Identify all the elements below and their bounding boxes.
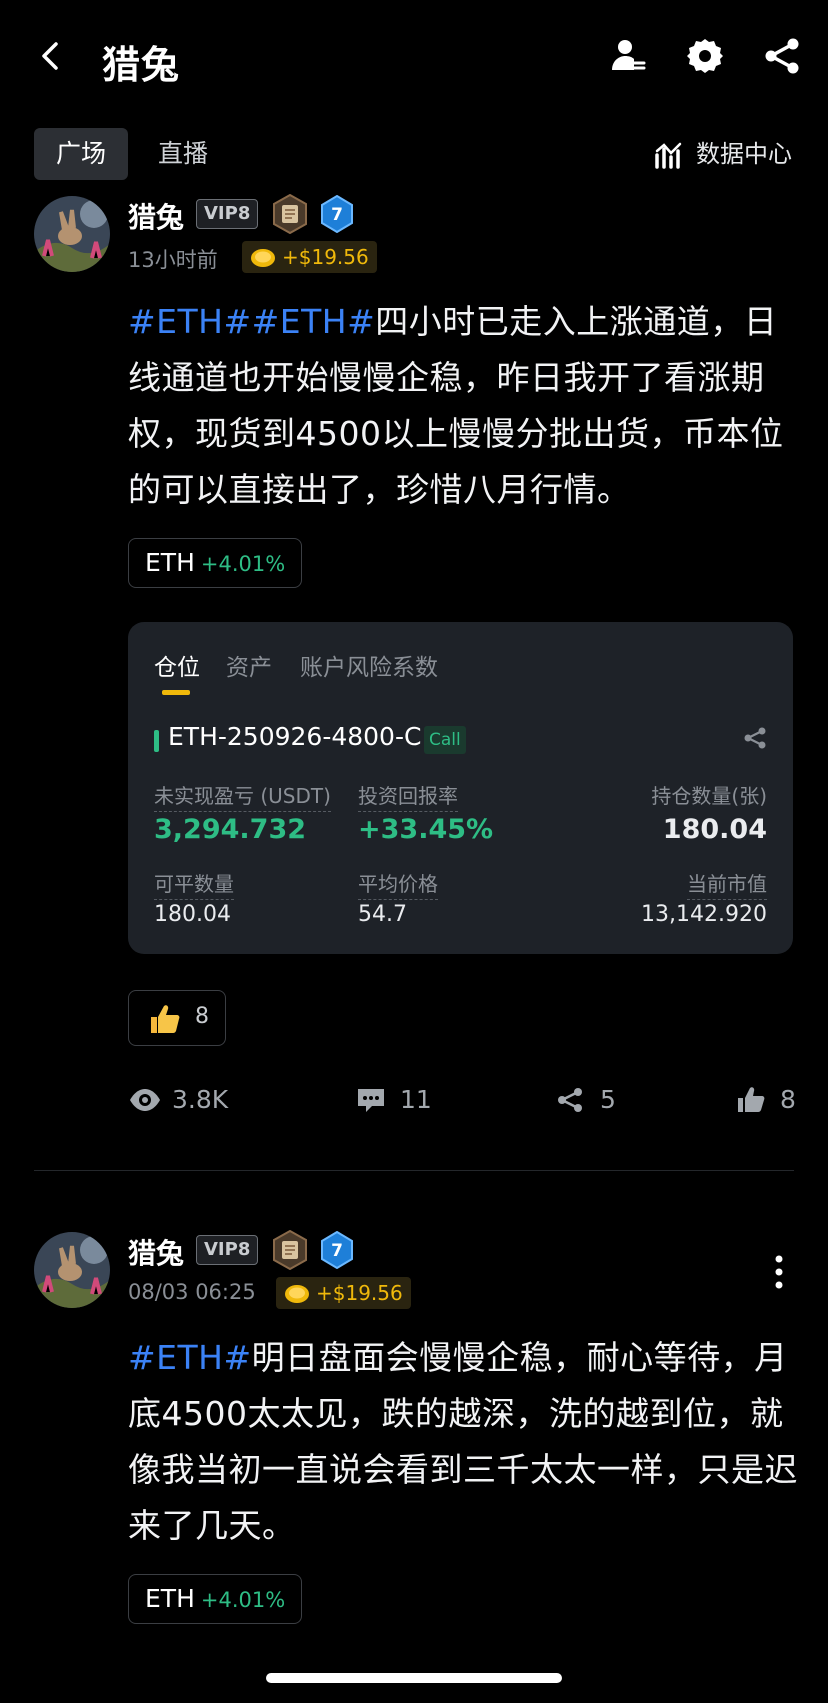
avg-price-label: 平均价格 (358, 868, 438, 900)
roi-value: +33.45% (358, 814, 494, 845)
ticker-change: +4.01% (200, 552, 286, 576)
vip-badge: VIP8 (196, 199, 259, 229)
tab-live[interactable]: 直播 (158, 128, 208, 180)
share-button[interactable]: 5 (556, 1080, 616, 1120)
comments-count: 11 (400, 1085, 432, 1114)
tip-badge: +$19.56 (242, 241, 377, 273)
likes-count: 8 (780, 1085, 796, 1114)
hashtag[interactable]: #ETH# (128, 1338, 252, 1377)
card-tab-risk[interactable]: 账户风险系数 (300, 648, 438, 682)
ticker-change: +4.01% (200, 1588, 286, 1612)
ticker-chip[interactable]: ETH +4.01% (128, 538, 303, 588)
tip-badge: +$19.56 (276, 1277, 411, 1309)
ticker-symbol: ETH (145, 548, 195, 577)
tab-square[interactable]: 广场 (34, 128, 128, 180)
post-time: 08/03 06:25 (128, 1280, 256, 1304)
option-type-badge: Call (424, 726, 466, 754)
like-button[interactable]: 8 (736, 1080, 796, 1120)
comment-icon (358, 1089, 384, 1112)
qty-value: 180.04 (662, 814, 767, 845)
home-indicator[interactable] (266, 1673, 562, 1683)
data-center-label: 数据中心 (696, 140, 792, 168)
username[interactable]: 猎兔 (128, 1232, 184, 1272)
market-value-label: 当前市值 (687, 868, 767, 900)
hashtag[interactable]: #ETH# (128, 302, 252, 341)
pnl-value: 3,294.732 (154, 814, 307, 845)
card-share-icon[interactable] (743, 726, 767, 754)
username[interactable]: 猎兔 (128, 196, 184, 236)
post-divider (34, 1170, 794, 1171)
post-text: #ETH#明日盘面会慢慢企稳，耐心等待，月底4500太太见，跌的越深，洗的越到位… (128, 1330, 798, 1554)
chart-icon (655, 142, 682, 169)
thumbs-up-icon (738, 1087, 765, 1112)
active-tab-indicator (162, 690, 190, 695)
user-manage-icon[interactable] (608, 36, 648, 76)
scroll-badge-icon (272, 1229, 308, 1271)
avatar[interactable] (34, 1232, 110, 1308)
market-value: 13,142.920 (641, 902, 767, 927)
back-icon[interactable] (34, 36, 68, 76)
roi-label: 投资回报率 (358, 780, 458, 812)
svg-text:7: 7 (331, 205, 343, 225)
position-indicator (154, 730, 159, 752)
hashtag[interactable]: #ETH# (252, 302, 376, 341)
scroll-badge-icon (272, 193, 308, 235)
share-icon[interactable] (762, 36, 802, 76)
level-badge: 7 (320, 1230, 354, 1270)
position-card[interactable]: 仓位 资产 账户风险系数 ETH-250926-4800-C Call 未实现盈… (128, 622, 793, 954)
svg-text:7: 7 (331, 1241, 343, 1261)
ticker-chip[interactable]: ETH +4.01% (128, 1574, 303, 1624)
thumbs-up-emoji-icon (147, 1003, 181, 1039)
share-small-icon (558, 1088, 582, 1112)
level-badge: 7 (320, 194, 354, 234)
comments-button[interactable]: 11 (356, 1080, 432, 1120)
card-tab-position[interactable]: 仓位 (154, 648, 200, 682)
more-options-icon[interactable] (774, 1254, 784, 1290)
top-bar: 猎兔 (0, 0, 828, 118)
post-text: #ETH##ETH#四小时已走入上涨通道，日线通道也开始慢慢企稳，昨日我开了看涨… (128, 294, 798, 518)
tip-amount: +$19.56 (316, 1281, 403, 1305)
coin-icon (250, 246, 276, 278)
views-stat: 3.8K (128, 1080, 228, 1120)
eye-icon (130, 1089, 160, 1111)
instrument-name: ETH-250926-4800-C (168, 722, 422, 751)
avg-price-value: 54.7 (358, 902, 407, 927)
page-title: 猎兔 (102, 43, 181, 87)
tip-amount: +$19.56 (282, 245, 369, 269)
tab-bar: 广场 直播 数据中心 (0, 128, 828, 180)
post-time: 13小时前 (128, 248, 218, 272)
vip-badge: VIP8 (196, 1235, 259, 1265)
settings-icon[interactable] (685, 36, 725, 76)
post-stats: 3.8K 11 5 8 (0, 1080, 828, 1120)
card-tab-assets[interactable]: 资产 (226, 648, 272, 682)
reaction-count: 8 (195, 1004, 209, 1029)
ticker-symbol: ETH (145, 1584, 195, 1613)
shares-count: 5 (600, 1085, 616, 1114)
closable-label: 可平数量 (154, 868, 234, 900)
data-center-button[interactable]: 数据中心 (654, 128, 792, 180)
pnl-label: 未实现盈亏 (USDT) (154, 780, 331, 812)
reaction-chip[interactable]: 8 (128, 990, 226, 1046)
qty-label: 持仓数量(张) (651, 784, 767, 808)
avatar[interactable] (34, 196, 110, 272)
views-count: 3.8K (172, 1085, 229, 1114)
closable-value: 180.04 (154, 902, 231, 927)
coin-icon (284, 1282, 310, 1314)
